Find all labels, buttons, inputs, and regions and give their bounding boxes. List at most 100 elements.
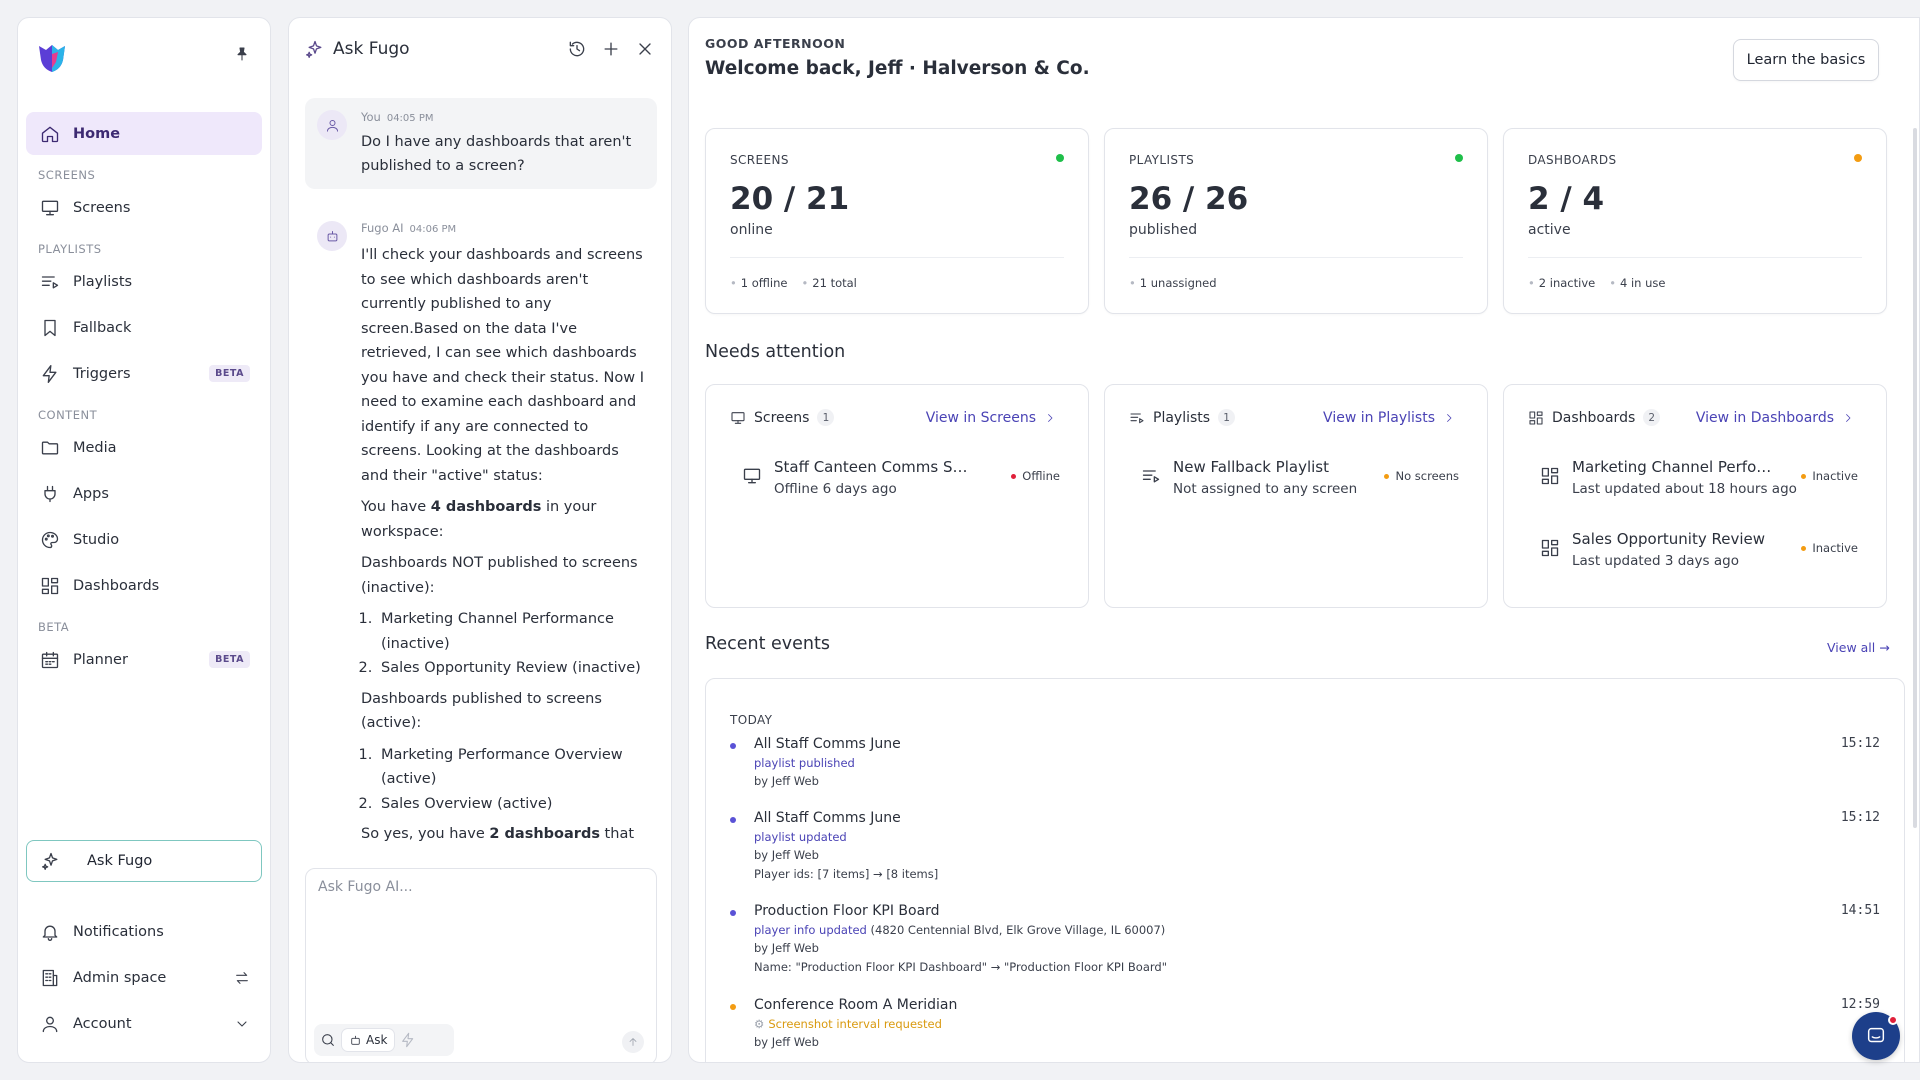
stat-sub: published <box>1129 222 1198 238</box>
dashboard-status: (inactive) <box>567 660 641 676</box>
stat-card-playlists[interactable]: PLAYLISTS 26 / 26 published 1 unassigned <box>1104 128 1488 314</box>
event-row[interactable]: Conference Room A Meridian 12:59 ⚙ Screen… <box>730 997 1880 1049</box>
sidebar-item-planner[interactable]: Planner BETA <box>26 638 262 681</box>
attention-item-name: Marketing Channel Perfor... <box>1572 458 1772 476</box>
user-icon <box>42 1016 58 1032</box>
dashboard-status: (active) <box>381 771 437 787</box>
event-row[interactable]: All Staff Comms June 15:12 playlist publ… <box>730 736 1880 788</box>
ask-mode-button[interactable]: Ask <box>342 1029 395 1051</box>
event-time: 12:59 <box>1840 997 1880 1012</box>
attention-item[interactable]: New Fallback Playlist Not assigned to an… <box>1141 458 1459 504</box>
plug-icon <box>44 485 56 502</box>
learn-basics-button[interactable]: Learn the basics <box>1733 39 1879 81</box>
chat-composer: Ask <box>305 868 657 1062</box>
event-by: by Jeff Web <box>754 941 819 955</box>
view-in-dashboards-link[interactable]: View in Dashboards <box>1696 410 1862 426</box>
new-chat-button[interactable] <box>601 39 621 59</box>
stat-card-screens[interactable]: SCREENS 20 / 21 online 1 offline 21 tota… <box>705 128 1089 314</box>
stat-foot: 1 unassigned <box>1129 276 1217 290</box>
close-chat-button[interactable] <box>635 39 655 59</box>
sidebar-item-fallback[interactable]: Fallback <box>26 306 262 349</box>
list-item: Marketing Performance Overview (active) <box>377 743 649 792</box>
sidebar-item-notifications[interactable]: Notifications <box>26 910 262 953</box>
event-row[interactable]: All Staff Comms June 15:12 playlist upda… <box>730 810 1880 881</box>
attention-card-dashboards: Dashboards 2 View in Dashboards Marketin… <box>1503 384 1887 608</box>
recent-events-list: TODAY All Staff Comms June 15:12 playlis… <box>705 678 1905 1062</box>
link-label: View in Dashboards <box>1695 409 1834 426</box>
sidebar-item-playlists[interactable]: Playlists <box>26 260 262 303</box>
stat-value: 2 / 4 <box>1528 181 1605 217</box>
sidebar-item-screens[interactable]: Screens <box>26 186 262 229</box>
event-action-line: playlist published <box>754 756 855 770</box>
event-title: All Staff Comms June <box>754 810 901 826</box>
ask-fugo-button[interactable]: Ask Fugo <box>26 840 262 882</box>
count-badge: 1 <box>1218 409 1236 426</box>
event-row[interactable]: Production Floor KPI Board 14:51 player … <box>730 903 1880 974</box>
event-dot <box>730 1004 736 1010</box>
arrow-up-icon <box>629 1038 637 1046</box>
history-button[interactable] <box>567 39 587 59</box>
status-badge: Inactive <box>1801 541 1858 555</box>
event-action-line: playlist updated <box>754 830 847 844</box>
section-label: BETA <box>38 620 70 634</box>
fugo-logo[interactable] <box>34 40 70 76</box>
text: that <box>599 826 635 842</box>
chat-tools: Ask <box>314 1024 454 1056</box>
sidebar-item-label: Studio <box>73 531 120 548</box>
attention-item[interactable]: Staff Canteen Comms Screen Offline 6 day… <box>742 458 1060 504</box>
stat-value: 26 / 26 <box>1129 181 1249 217</box>
greeting: GOOD AFTERNOON <box>705 36 846 51</box>
send-button[interactable] <box>622 1031 644 1053</box>
view-in-screens-link[interactable]: View in Screens <box>926 410 1064 426</box>
sidebar-item-triggers[interactable]: Triggers BETA <box>26 352 262 395</box>
event-title: Conference Room A Meridian <box>754 997 958 1013</box>
sidebar-item-home[interactable]: Home <box>26 112 262 155</box>
swap-icon[interactable] <box>234 970 250 986</box>
sidebar-item-label: Admin space <box>73 969 167 986</box>
sidebar-item-media[interactable]: Media <box>26 426 262 469</box>
home-main: GOOD AFTERNOON Welcome back, Jeff · Halv… <box>688 17 1920 1063</box>
sidebar-nav: Home SCREENS Screens PLAYLISTS Playlists… <box>26 112 262 684</box>
attention-item[interactable]: Marketing Channel Perfor... Last updated… <box>1540 458 1858 504</box>
search-icon[interactable] <box>320 1032 336 1048</box>
sidebar: Home SCREENS Screens PLAYLISTS Playlists… <box>17 17 271 1063</box>
sidebar-bottom: Notifications Admin space Account <box>26 910 262 1048</box>
text: So yes, you have <box>361 826 490 842</box>
scrollbar[interactable] <box>1913 128 1917 828</box>
event-action: playlist published <box>754 756 855 770</box>
attention-card-playlists: Playlists 1 View in Playlists New Fallba… <box>1104 384 1488 608</box>
view-in-playlists-link[interactable]: View in Playlists <box>1323 410 1463 426</box>
message-time: 04:05 PM <box>386 113 434 124</box>
attention-item-name: New Fallback Playlist <box>1173 458 1329 476</box>
gear-icon: ⚙ <box>754 1017 765 1031</box>
text: You have <box>361 499 431 515</box>
event-by: by Jeff Web <box>754 774 819 788</box>
sidebar-item-apps[interactable]: Apps <box>26 472 262 515</box>
list-item: Sales Overview (active) <box>377 792 649 817</box>
event-detail: Player ids: [7 items] → [8 items] <box>754 867 939 881</box>
playlist-icon <box>41 275 59 288</box>
help-chat-button[interactable] <box>1852 1012 1900 1060</box>
chat-input[interactable] <box>318 879 638 895</box>
stat-card-dashboards[interactable]: DASHBOARDS 2 / 4 active 2 inactive 4 in … <box>1503 128 1887 314</box>
inactive-list: Marketing Channel Performance (inactive)… <box>377 607 649 681</box>
event-dot <box>730 743 736 749</box>
sidebar-item-admin-space[interactable]: Admin space <box>26 956 262 999</box>
lightning-icon[interactable] <box>400 1032 416 1048</box>
stat-sub: online <box>730 222 773 238</box>
dashboard-icon <box>41 577 59 594</box>
attention-card-label: Dashboards <box>1552 409 1636 426</box>
user-icon <box>326 119 338 132</box>
stat-foot-item: 1 unassigned <box>1129 276 1217 290</box>
chat-title: Ask Fugo <box>333 39 410 59</box>
sidebar-item-studio[interactable]: Studio <box>26 518 262 561</box>
attention-item[interactable]: Sales Opportunity Review Last updated 3 … <box>1540 530 1858 576</box>
palette-icon <box>41 531 59 548</box>
notification-dot <box>1888 1015 1898 1025</box>
stat-foot-item: 1 offline <box>730 276 788 290</box>
sidebar-item-account[interactable]: Account <box>26 1002 262 1045</box>
pin-icon[interactable] <box>234 46 250 62</box>
sidebar-item-dashboards[interactable]: Dashboards <box>26 564 262 607</box>
chevron-down-icon[interactable] <box>234 1016 250 1032</box>
view-all-link[interactable]: View all → <box>1827 640 1890 655</box>
